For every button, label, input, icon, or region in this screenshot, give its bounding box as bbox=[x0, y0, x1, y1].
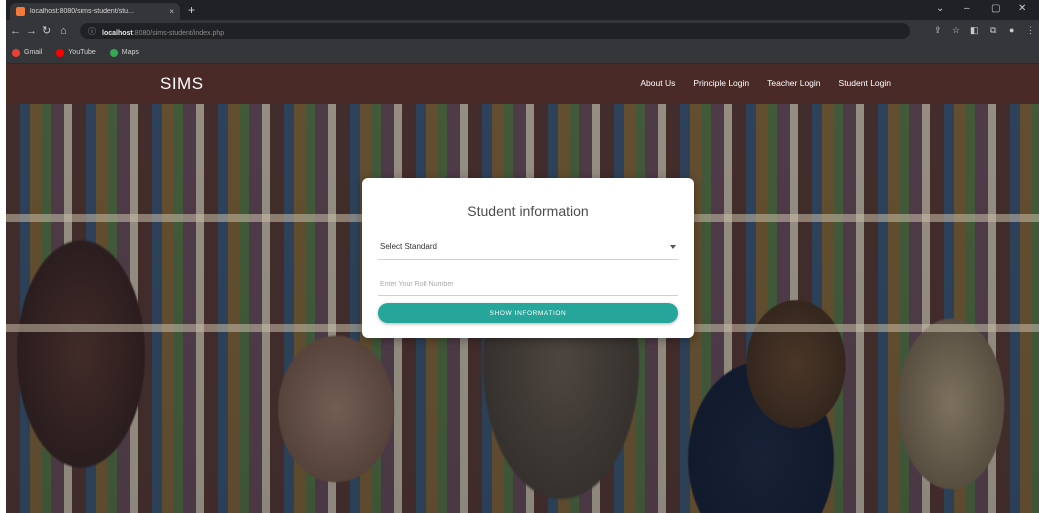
share-icon[interactable]: ⇪ bbox=[934, 25, 942, 36]
address-host: localhost bbox=[102, 30, 133, 37]
browser-window: localhost:8080/sims-student/stu... × + ⌄… bbox=[6, 0, 1039, 513]
bookmark-maps[interactable]: Maps bbox=[109, 48, 139, 57]
nav-links: About Us Principle Login Teacher Login S… bbox=[640, 78, 891, 88]
nav-link-student-login[interactable]: Student Login bbox=[839, 78, 891, 88]
sidebar-icon[interactable]: ◧ bbox=[970, 25, 979, 36]
show-information-button[interactable]: SHOW INFORMATION bbox=[378, 303, 678, 323]
maps-icon bbox=[109, 48, 118, 57]
extensions-icon[interactable]: ⧉ bbox=[990, 25, 996, 36]
minimize-icon[interactable]: – bbox=[964, 3, 970, 14]
card-title: Student information bbox=[467, 203, 589, 219]
dropdown-caret-icon bbox=[670, 244, 676, 249]
bookmark-youtube[interactable]: YouTube bbox=[56, 48, 96, 57]
maximize-icon[interactable]: ▢ bbox=[991, 3, 1000, 14]
site-info-icon[interactable]: ⓘ bbox=[88, 26, 96, 37]
reload-icon[interactable]: ↻ bbox=[42, 24, 51, 38]
back-icon[interactable]: ← bbox=[10, 24, 21, 38]
student-info-card: Student information Select Standard SHOW… bbox=[362, 178, 694, 338]
nav-link-teacher-login[interactable]: Teacher Login bbox=[767, 78, 820, 88]
nav-link-principle-login[interactable]: Principle Login bbox=[693, 78, 749, 88]
tab-close-icon[interactable]: × bbox=[169, 7, 174, 16]
tab-search-icon[interactable]: ⌄ bbox=[936, 3, 944, 14]
home-icon[interactable]: ⌂ bbox=[60, 24, 67, 38]
forward-icon[interactable]: → bbox=[26, 24, 37, 38]
roll-number-input[interactable] bbox=[378, 274, 678, 296]
bookmarks-bar: Gmail YouTube Maps bbox=[6, 42, 1039, 64]
address-bar[interactable]: ⓘ localhost:8080/sims-student/index.php bbox=[80, 23, 910, 39]
tab-strip: localhost:8080/sims-student/stu... × + ⌄… bbox=[6, 0, 1039, 20]
gmail-icon bbox=[12, 48, 20, 57]
menu-icon[interactable]: ⋮ bbox=[1026, 25, 1035, 36]
site-navbar: SIMS About Us Principle Login Teacher Lo… bbox=[6, 64, 1039, 104]
browser-toolbar: ← → ↻ ⌂ ⓘ localhost:8080/sims-student/in… bbox=[6, 20, 1039, 42]
tab-title: localhost:8080/sims-student/stu... bbox=[30, 8, 134, 15]
bookmark-star-icon[interactable]: ☆ bbox=[952, 25, 960, 36]
xampp-favicon-icon bbox=[16, 7, 25, 16]
youtube-icon bbox=[56, 48, 65, 57]
brand-logo[interactable]: SIMS bbox=[160, 74, 204, 94]
close-window-icon[interactable]: ✕ bbox=[1018, 3, 1026, 14]
new-tab-button[interactable]: + bbox=[188, 3, 195, 17]
nav-link-about-us[interactable]: About Us bbox=[640, 78, 675, 88]
address-path: :8080/sims-student/index.php bbox=[132, 30, 225, 37]
standard-select-value: Select Standard bbox=[380, 242, 437, 251]
bookmark-label: YouTube bbox=[68, 49, 96, 56]
profile-icon[interactable]: ● bbox=[1009, 25, 1014, 36]
browser-tab[interactable]: localhost:8080/sims-student/stu... × bbox=[10, 3, 180, 20]
bookmark-label: Gmail bbox=[24, 49, 43, 56]
standard-select[interactable]: Select Standard bbox=[378, 234, 678, 260]
bookmark-label: Maps bbox=[121, 49, 139, 56]
page-viewport: SIMS About Us Principle Login Teacher Lo… bbox=[6, 64, 1039, 513]
bookmark-gmail[interactable]: Gmail bbox=[12, 48, 43, 57]
